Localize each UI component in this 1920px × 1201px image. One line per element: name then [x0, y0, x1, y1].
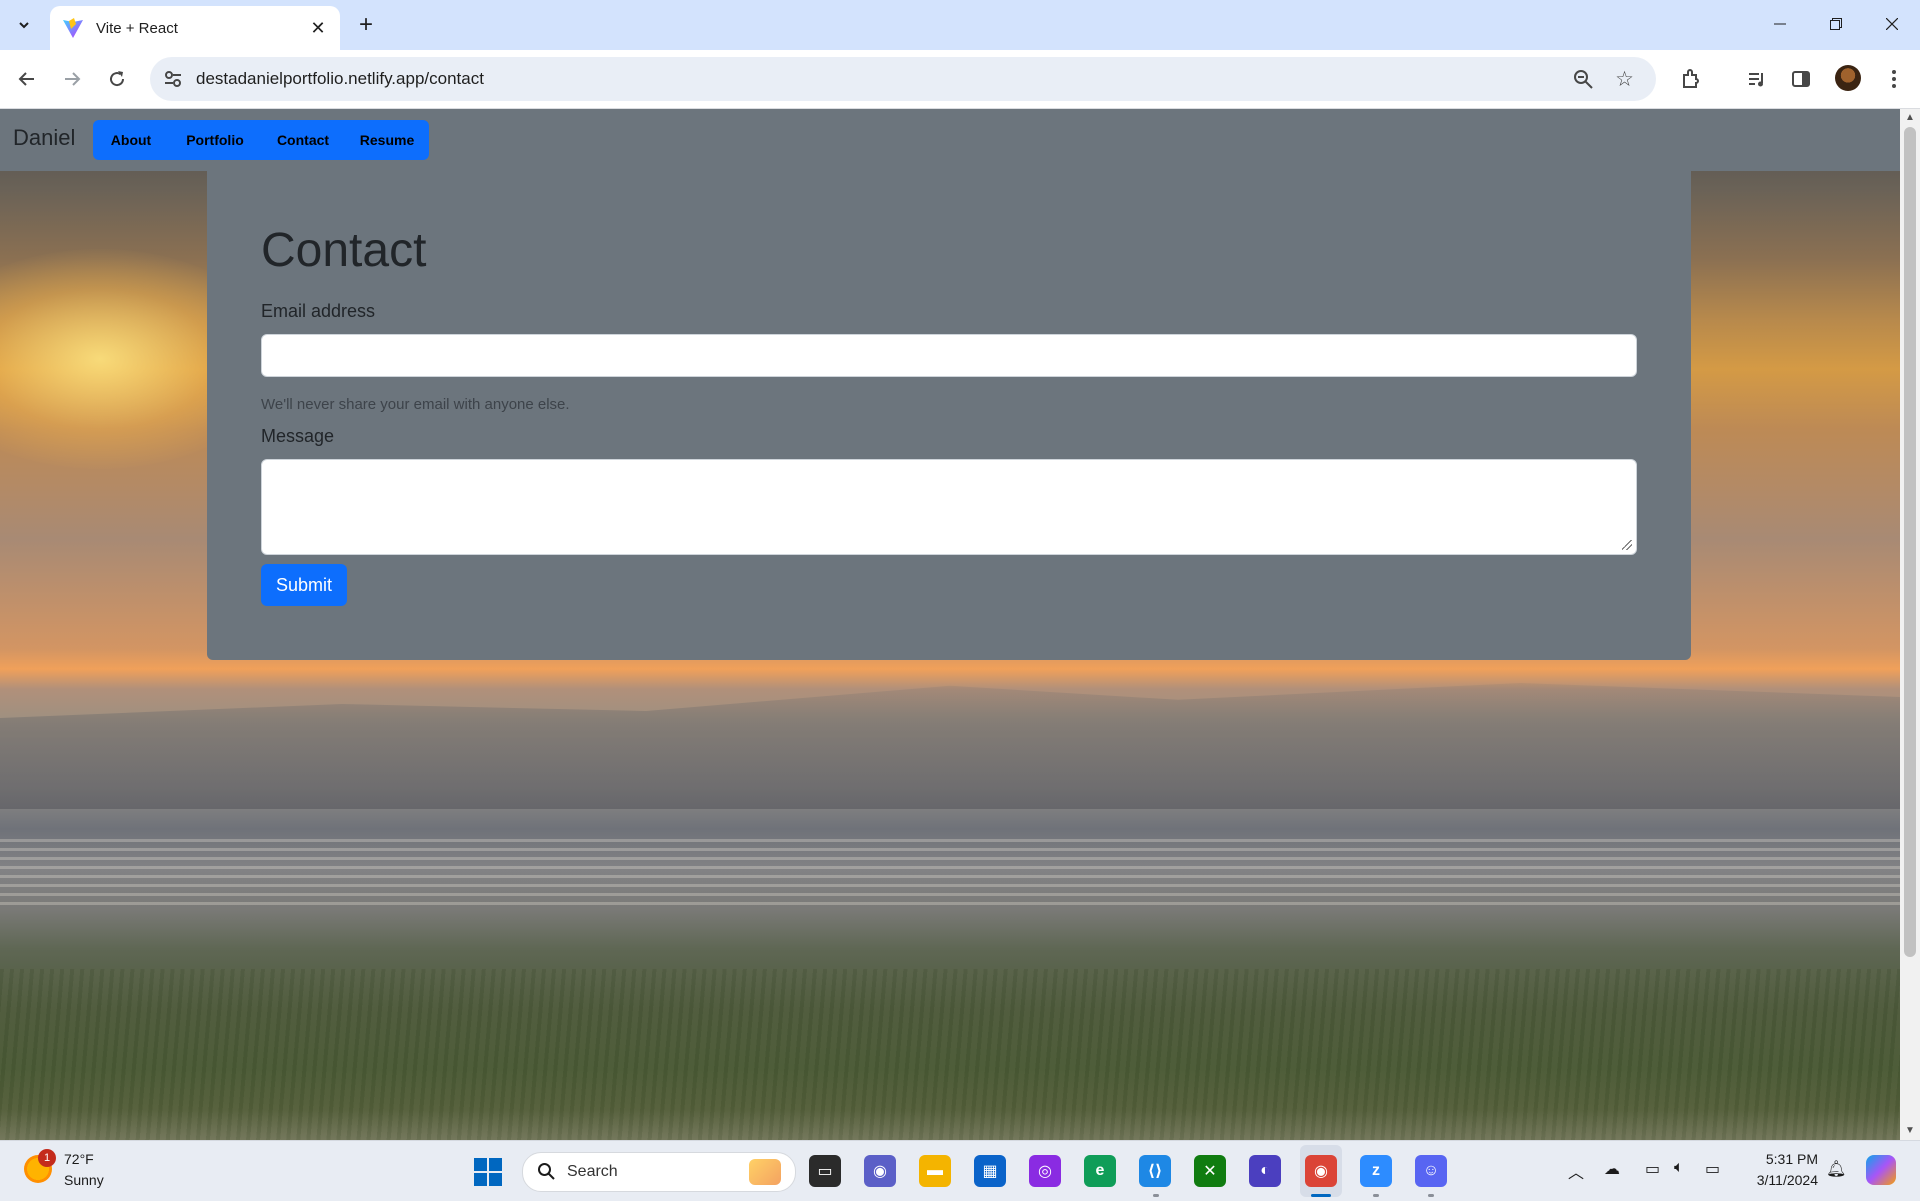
lake-water — [0, 839, 1900, 909]
discord-icon[interactable]: ☺ — [1415, 1155, 1447, 1187]
file-explorer-icon[interactable]: ▬ — [919, 1155, 951, 1187]
window-controls — [1752, 0, 1920, 48]
search-highlight-icon — [749, 1159, 781, 1185]
xbox-icon[interactable]: ✕ — [1194, 1155, 1226, 1187]
edge-browser-icon[interactable]: e — [1084, 1155, 1116, 1187]
reload-icon[interactable] — [101, 63, 133, 95]
scroll-up-arrow-icon[interactable]: ▲ — [1904, 112, 1916, 124]
resize-grip-icon[interactable] — [1622, 540, 1632, 550]
copilot-icon[interactable] — [1866, 1155, 1896, 1185]
tray-overflow-chevron-icon[interactable]: ︿ — [1568, 1159, 1584, 1183]
nav-link-contact[interactable]: Contact — [261, 120, 345, 160]
notification-bell-icon[interactable]: 🔔︎ — [1826, 1159, 1846, 1179]
search-icon — [537, 1162, 555, 1185]
weather-notification-badge: 1 — [38, 1149, 56, 1167]
profile-avatar[interactable] — [1835, 65, 1861, 91]
nav-link-portfolio[interactable]: Portfolio — [169, 120, 261, 160]
side-panel-icon[interactable] — [1787, 65, 1815, 93]
minimize-icon[interactable] — [1752, 0, 1808, 48]
zoom-running-indicator — [1373, 1194, 1379, 1197]
search-placeholder: Search — [567, 1163, 618, 1180]
windows-start-icon[interactable] — [474, 1158, 502, 1186]
extensions-puzzle-icon[interactable] — [1677, 65, 1705, 93]
zoom-app-icon[interactable]: z — [1360, 1155, 1392, 1187]
night-mode-app-icon[interactable]: ◐ — [1249, 1155, 1281, 1187]
volume-icon[interactable]: 🔈︎ — [1674, 1159, 1684, 1177]
url-text: destadanielportfolio.netlify.app/contact — [196, 69, 484, 88]
chrome-browser-icon[interactable]: ◉ — [1305, 1155, 1337, 1187]
new-tab-plus-icon[interactable]: + — [352, 11, 380, 39]
tab-search-chevron-icon[interactable] — [8, 9, 40, 41]
zoom-icon[interactable] — [1572, 68, 1594, 90]
bookmark-star-icon[interactable]: ☆ — [1615, 67, 1634, 92]
email-label: Email address — [261, 301, 376, 321]
windows-taskbar: 1 72°F Sunny Search ▭ ◉ ▬ ▦ ◎ e ⟨⟩ ✕ ◐ ◉… — [0, 1140, 1920, 1201]
site-navbar: Daniel About Portfolio Contact Resume — [0, 109, 1900, 171]
nav-link-about[interactable]: About — [93, 120, 169, 160]
page-title: Contact — [261, 224, 427, 277]
taskbar-search-box[interactable]: Search — [522, 1152, 796, 1192]
distant-hills — [0, 683, 1900, 809]
page-scrollbar[interactable]: ▲ ▼ — [1900, 109, 1920, 1140]
nav-link-resume[interactable]: Resume — [345, 120, 429, 160]
network-icon[interactable]: ▭ — [1645, 1159, 1660, 1179]
site-settings-icon[interactable] — [162, 68, 184, 90]
nav-button-group: About Portfolio Contact Resume — [93, 120, 429, 160]
chrome-menu-icon[interactable] — [1880, 65, 1908, 93]
contact-card: Contact Email address We'll never share … — [207, 171, 1691, 660]
site-brand[interactable]: Daniel — [13, 125, 75, 151]
onedrive-cloud-icon[interactable]: ☁ — [1604, 1159, 1620, 1179]
email-field[interactable] — [261, 334, 1637, 377]
browser-toolbar: destadanielportfolio.netlify.app/contact… — [0, 50, 1920, 109]
page-viewport: Daniel About Portfolio Contact Resume Co… — [0, 109, 1900, 1140]
forward-arrow-icon[interactable] — [56, 63, 88, 95]
address-bar[interactable]: destadanielportfolio.netlify.app/contact… — [150, 57, 1656, 101]
email-help-text: We'll never share your email with anyone… — [261, 396, 570, 413]
submit-button[interactable]: Submit — [261, 564, 347, 606]
back-arrow-icon[interactable] — [11, 63, 43, 95]
microsoft-store-icon[interactable]: ▦ — [974, 1155, 1006, 1187]
weather-condition[interactable]: Sunny — [64, 1172, 104, 1188]
clock-time[interactable]: 5:31 PM — [1752, 1151, 1818, 1167]
clock-date[interactable]: 3/11/2024 — [1740, 1172, 1818, 1188]
vscode-running-indicator — [1153, 1194, 1159, 1197]
vite-logo-icon — [63, 18, 83, 38]
close-window-icon[interactable] — [1864, 0, 1920, 48]
teams-chat-icon[interactable]: ◉ — [864, 1155, 896, 1187]
podcast-app-icon[interactable]: ◎ — [1029, 1155, 1061, 1187]
chrome-active-indicator — [1311, 1194, 1331, 1197]
tab-close-icon[interactable]: ✕ — [306, 16, 330, 40]
task-view-icon[interactable]: ▭ — [809, 1155, 841, 1187]
media-control-icon[interactable] — [1743, 65, 1771, 93]
browser-tabstrip: Vite + React ✕ + — [0, 0, 1920, 50]
message-label: Message — [261, 426, 335, 446]
browser-tab[interactable]: Vite + React ✕ — [50, 6, 340, 50]
vscode-icon[interactable]: ⟨⟩ — [1139, 1155, 1171, 1187]
battery-icon[interactable]: ▭ — [1705, 1159, 1720, 1179]
tab-title: Vite + React — [96, 19, 178, 37]
scroll-thumb[interactable] — [1904, 127, 1916, 957]
discord-running-indicator — [1428, 1194, 1434, 1197]
message-textarea[interactable] — [261, 459, 1637, 555]
weather-temperature[interactable]: 72°F — [64, 1151, 94, 1167]
scroll-down-arrow-icon[interactable]: ▼ — [1904, 1125, 1916, 1137]
restore-icon[interactable] — [1808, 0, 1864, 48]
foreground-grass — [0, 969, 1900, 1140]
